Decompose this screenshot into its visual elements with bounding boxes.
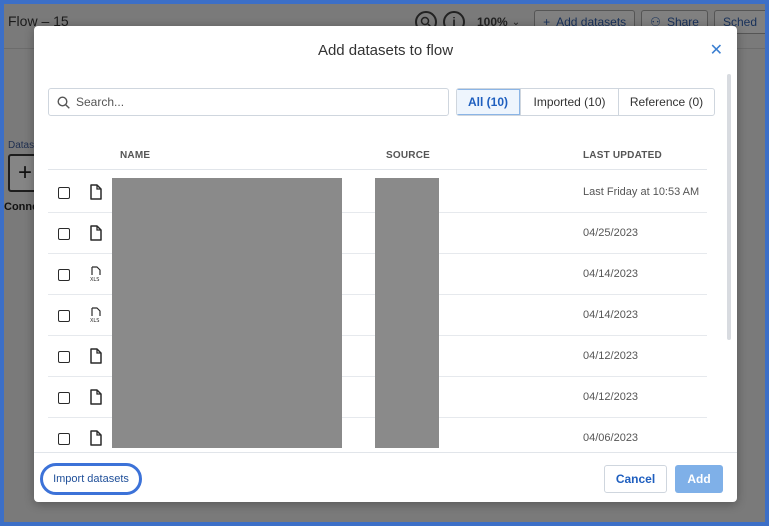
cancel-button[interactable]: Cancel — [604, 465, 667, 493]
scrollbar[interactable] — [727, 74, 731, 340]
svg-text:XLS: XLS — [90, 318, 99, 323]
footer-divider — [34, 452, 737, 453]
redacted-source-column — [375, 178, 439, 448]
svg-text:XLS: XLS — [90, 277, 99, 282]
row-checkbox[interactable] — [58, 392, 70, 404]
file-icon — [90, 430, 102, 446]
import-datasets-link[interactable]: Import datasets — [40, 463, 142, 495]
row-last-updated: 04/12/2023 — [583, 391, 639, 403]
row-checkbox[interactable] — [58, 269, 70, 281]
search-icon — [57, 95, 70, 109]
modal-title: Add datasets to flow — [317, 42, 454, 59]
xls-file-icon: XLS — [90, 307, 101, 323]
row-checkbox[interactable] — [58, 187, 70, 199]
file-icon — [90, 348, 102, 364]
column-last-updated[interactable]: LAST UPDATED — [583, 150, 662, 161]
search-box[interactable] — [48, 88, 449, 116]
search-input[interactable] — [76, 95, 436, 109]
tab-reference[interactable]: Reference (0) — [618, 89, 714, 115]
tab-imported[interactable]: Imported (10) — [520, 89, 618, 115]
app-window: Flow – 15 i 100% ⌄ + Add datasets ⚇ Shar… — [4, 4, 765, 522]
file-icon — [90, 389, 102, 405]
redacted-name-column — [112, 178, 342, 448]
row-checkbox[interactable] — [58, 228, 70, 240]
add-datasets-modal: Add datasets to flow ✕ All (10) Imported… — [34, 26, 737, 502]
row-checkbox[interactable] — [58, 433, 70, 445]
row-last-updated: Last Friday at 10:53 AM — [583, 186, 700, 198]
file-icon — [90, 225, 102, 241]
row-checkbox[interactable] — [58, 310, 70, 322]
row-last-updated: 04/14/2023 — [583, 309, 639, 321]
close-icon[interactable]: ✕ — [710, 40, 723, 60]
file-icon — [90, 184, 102, 200]
row-last-updated: 04/12/2023 — [583, 350, 639, 362]
row-last-updated: 04/25/2023 — [583, 227, 639, 239]
table-header: NAME SOURCE LAST UPDATED — [48, 146, 707, 170]
column-source[interactable]: SOURCE — [386, 150, 430, 161]
tab-all[interactable]: All (10) — [457, 89, 520, 115]
column-name[interactable]: NAME — [120, 150, 150, 161]
dataset-list: Last Friday at 10:53 AM 04/25/2023 XLS 0… — [48, 172, 707, 448]
row-last-updated: 04/06/2023 — [583, 432, 639, 444]
row-checkbox[interactable] — [58, 351, 70, 363]
row-last-updated: 04/14/2023 — [583, 268, 639, 280]
datasets-side-label: Datas — [8, 140, 35, 151]
xls-file-icon: XLS — [90, 266, 101, 282]
add-button[interactable]: Add — [675, 465, 723, 493]
filter-tabs: All (10) Imported (10) Reference (0) — [456, 88, 715, 116]
